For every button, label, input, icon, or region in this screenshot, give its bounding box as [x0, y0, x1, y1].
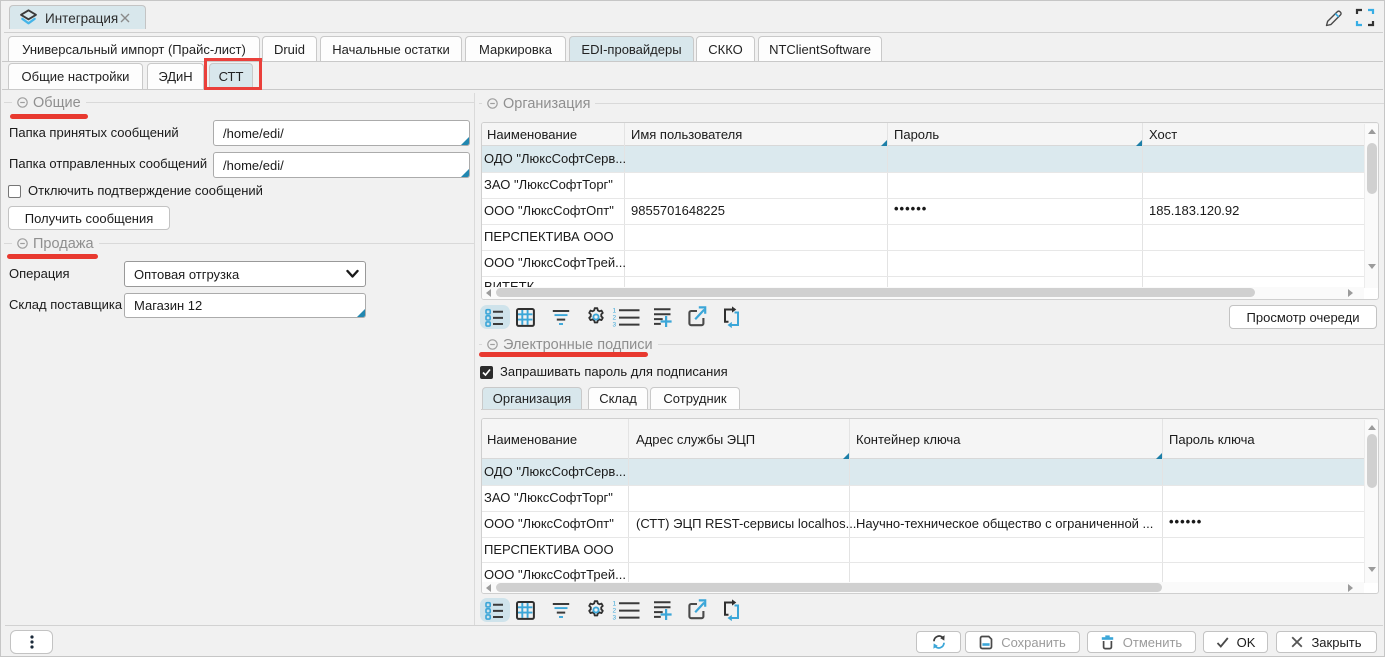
svg-text:2: 2 [613, 608, 617, 615]
svg-text:3: 3 [613, 322, 617, 329]
svg-text:2: 2 [613, 315, 617, 322]
svg-text:1: 1 [613, 308, 617, 314]
svg-text:3: 3 [613, 615, 617, 622]
svg-text:1: 1 [613, 601, 617, 607]
